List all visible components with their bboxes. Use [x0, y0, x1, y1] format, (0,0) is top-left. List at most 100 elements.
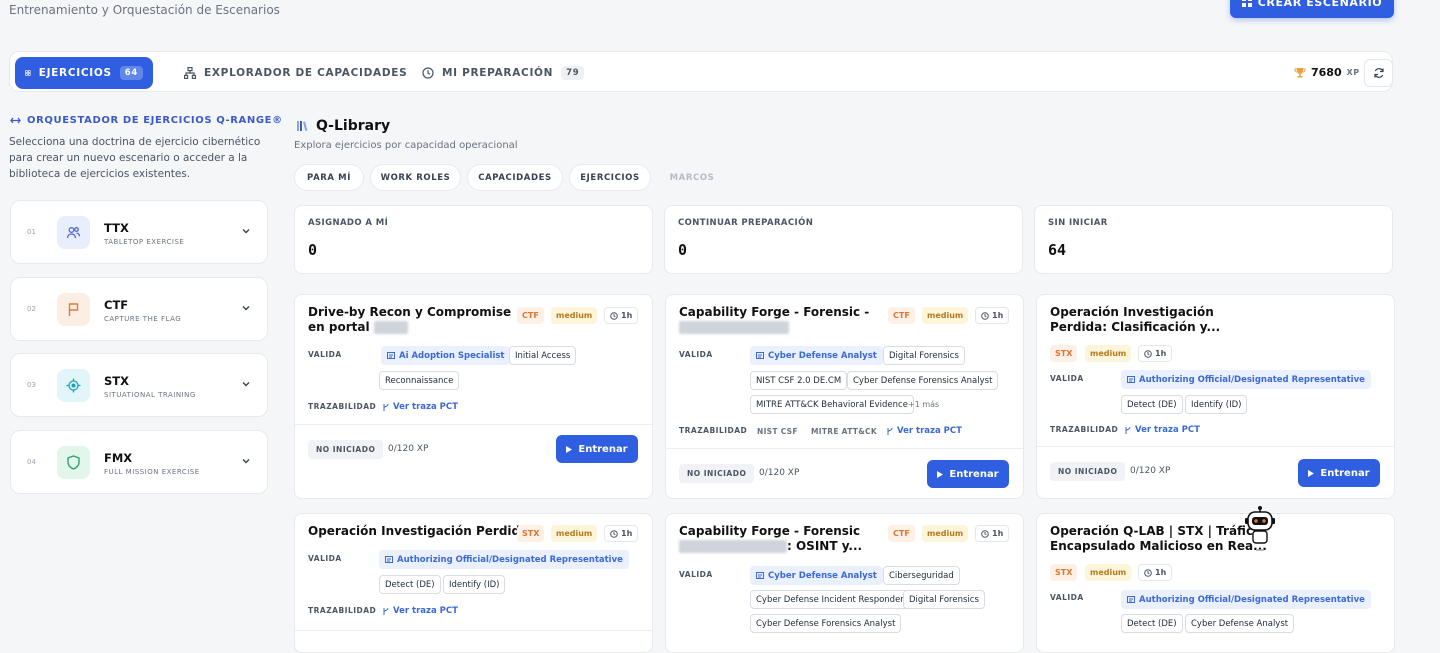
role-tag[interactable]: Cyber Defense Analyst	[750, 566, 883, 585]
role-tag[interactable]: Cyber Defense Analyst	[750, 346, 883, 365]
filter-para-mi[interactable]: PARA MÍ	[294, 164, 364, 191]
capability-tag[interactable]: Cyber Defense Analyst	[1185, 614, 1295, 633]
xp-unit: XP	[1346, 68, 1360, 77]
card-title: Operación Investigación Perdida	[308, 524, 528, 539]
doctrine-subtitle: SITUATIONAL TRAINING	[104, 391, 196, 399]
tab-explorador[interactable]: EXPLORADOR DE CAPACIDADES	[174, 57, 417, 89]
duration-badge: 1h	[975, 525, 1010, 542]
exercise-card[interactable]: Drive-by Recon y Compromise en portal CTF…	[294, 294, 653, 499]
card-title: Operación Investigación Perdida: Clasific…	[1050, 305, 1220, 335]
card-title-line: Operación Q-LAB | STX | Tráfico	[1050, 524, 1262, 538]
framework-label: NIST CSF	[757, 427, 798, 436]
doctrine-number: 02	[27, 305, 36, 313]
duration-text: 1h	[992, 529, 1004, 538]
role-tag[interactable]: Authorizing Official/Designated Represen…	[1121, 590, 1371, 609]
train-button[interactable]: Entrenar	[1298, 459, 1380, 487]
train-button[interactable]: Entrenar	[556, 435, 638, 463]
arrows-icon	[10, 117, 21, 124]
create-scenario-button[interactable]: CREAR ESCENARIO	[1230, 0, 1394, 18]
trace-link-text: Ver traza PCT	[897, 426, 962, 436]
clock-icon	[981, 311, 989, 320]
capability-tag[interactable]: Ciberseguridad	[883, 566, 960, 585]
framework-label: MITRE ATT&CK	[811, 427, 877, 436]
capability-tag[interactable]: Detect (DE)	[379, 575, 441, 594]
capability-tag[interactable]: Initial Access	[509, 346, 577, 365]
stat-label: SIN INICIAR	[1048, 218, 1108, 228]
chevron-down-icon	[242, 229, 250, 234]
clock-icon	[981, 529, 989, 538]
id-card-icon	[387, 352, 395, 359]
exercise-card[interactable]: Operación Q-LAB | STX | Tráfico Encapsula…	[1036, 513, 1395, 653]
stat-not-started: SIN INICIAR 64	[1034, 205, 1393, 274]
clock-icon	[610, 529, 618, 538]
type-badge: CTF	[888, 525, 915, 542]
capability-tag[interactable]: Detect (DE)	[1121, 614, 1183, 633]
trace-link-text: Ver traza PCT	[1135, 425, 1200, 435]
doctrine-subtitle: CAPTURE THE FLAG	[104, 315, 182, 323]
capability-tag[interactable]: Cyber Defense Forensics Analyst	[750, 614, 902, 633]
capability-tag[interactable]: MITRE ATT&CK Behavioral Evidence	[750, 395, 914, 414]
redacted-text	[679, 321, 789, 334]
status-badge: NO INICIADO	[308, 440, 384, 459]
exercise-card[interactable]: Operación Investigación Perdida STX medi…	[294, 513, 653, 653]
duration-text: 1h	[1155, 568, 1167, 577]
tab-label: EXPLORADOR DE CAPACIDADES	[204, 67, 408, 79]
doctrine-fmx[interactable]: 04 FMX FULL MISSION EXERCISE	[10, 430, 268, 494]
assistant-robot-icon[interactable]	[1244, 506, 1276, 556]
role-tag[interactable]: Authorizing Official/Designated Represen…	[1121, 370, 1371, 389]
doctrine-name: TTX	[104, 221, 129, 235]
capability-tag[interactable]: Identify (ID)	[1185, 395, 1248, 414]
filter-capacidades[interactable]: CAPACIDADES	[467, 164, 563, 191]
type-badge: STX	[1050, 564, 1078, 581]
capability-tag[interactable]: Detect (DE)	[1121, 395, 1183, 414]
level-badge: medium	[922, 307, 969, 324]
doctrine-stx[interactable]: 03 STX SITUATIONAL TRAINING	[10, 353, 268, 417]
plus-grid-icon	[1241, 0, 1252, 7]
tab-ejercicios[interactable]: EJERCICIOS 64	[15, 57, 153, 89]
tab-mi-preparacion[interactable]: MI PREPARACIÓN 79	[412, 57, 594, 89]
card-title: Capability Forge - Forensic -	[679, 305, 869, 335]
more-tags[interactable]: +1 más	[908, 400, 939, 409]
stat-label: ASIGNADO A MÍ	[308, 218, 389, 228]
exercise-card[interactable]: Capability Forge - Forensic - CTF medium…	[665, 294, 1024, 499]
doctrine-ttx[interactable]: 01 TTX TABLETOP EXERCISE	[10, 200, 268, 264]
trace-link-text: Ver traza PCT	[393, 402, 458, 412]
level-badge: medium	[551, 307, 598, 324]
trace-link[interactable]: Ver traza PCT	[886, 426, 962, 436]
train-label: Entrenar	[578, 443, 628, 455]
exercise-card[interactable]: Operación Investigación Perdida: Clasific…	[1036, 294, 1395, 499]
capability-tag[interactable]: Identify (ID)	[443, 575, 506, 594]
capability-tag[interactable]: Digital Forensics	[903, 590, 985, 609]
chevron-down-icon	[242, 459, 250, 464]
create-scenario-label: CREAR ESCENARIO	[1257, 0, 1383, 9]
capability-tag[interactable]: Cyber Defense Forensics Analyst	[847, 371, 999, 390]
capability-tag[interactable]: Digital Forensics	[883, 346, 965, 365]
train-button[interactable]: Entrenar	[927, 460, 1009, 488]
duration-text: 1h	[1155, 349, 1167, 358]
trace-link[interactable]: Ver traza PCT	[382, 606, 458, 616]
role-tag[interactable]: Ai Adoption Specialist	[381, 346, 511, 365]
role-tag-text: Authorizing Official/Designated Represen…	[1139, 374, 1365, 385]
role-tag-text: Ai Adoption Specialist	[399, 350, 505, 361]
trace-link[interactable]: Ver traza PCT	[1124, 425, 1200, 435]
filter-work-roles[interactable]: WORK ROLES	[370, 164, 461, 191]
role-tag-text: Cyber Defense Analyst	[768, 350, 877, 361]
grid-icon	[25, 70, 31, 76]
id-card-icon	[1127, 376, 1135, 383]
doctrine-subtitle: FULL MISSION EXERCISE	[104, 468, 200, 476]
status-badge: NO INICIADO	[1050, 462, 1126, 481]
filter-ejercicios[interactable]: EJERCICIOS	[569, 164, 651, 191]
refresh-button[interactable]	[1364, 59, 1393, 87]
capability-tag[interactable]: NIST CSF 2.0 DE.CM	[750, 371, 848, 390]
capability-tag[interactable]: Cyber Defense Incident Responder	[750, 590, 910, 609]
xp-display: 7680 XP	[1294, 66, 1360, 79]
tab-count: 64	[119, 66, 143, 80]
xp-progress: 0/120 XP	[388, 444, 429, 454]
divider	[295, 424, 652, 425]
capability-tag[interactable]: Reconnaissance	[379, 371, 460, 390]
trace-link[interactable]: Ver traza PCT	[382, 402, 458, 412]
doctrine-ctf[interactable]: 02 CTF CAPTURE THE FLAG	[10, 277, 268, 341]
card-title-line: Capability Forge - Forensic	[679, 524, 861, 538]
exercise-card[interactable]: Capability Forge - Forensic: OSINT y... …	[665, 513, 1024, 653]
role-tag[interactable]: Authorizing Official/Designated Represen…	[379, 550, 629, 569]
